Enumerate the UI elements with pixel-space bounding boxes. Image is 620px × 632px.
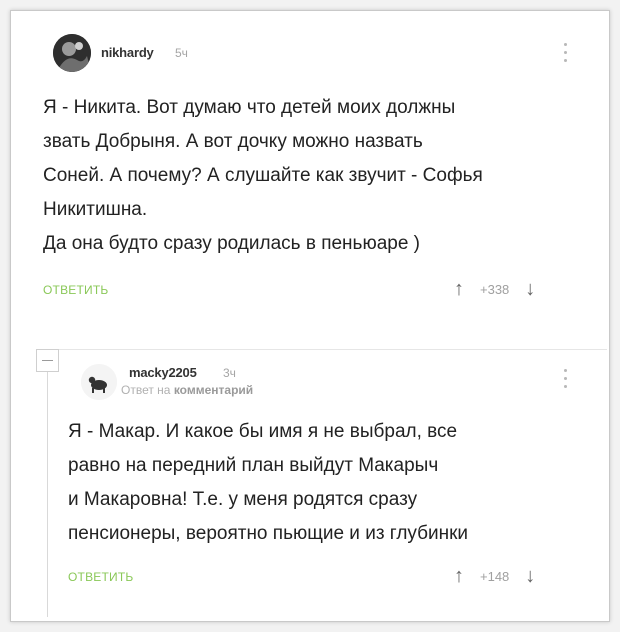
reply-to-link[interactable]: комментарий xyxy=(174,383,253,397)
comment-username[interactable]: nikhardy xyxy=(101,45,154,60)
downvote-icon[interactable]: ↓ xyxy=(525,279,535,299)
comment-time: 3ч xyxy=(223,366,236,380)
vote-controls: ↑ +148 ↓ xyxy=(454,566,535,586)
comment-line: пенсионеры, вероятно пьющие и из глубинк… xyxy=(68,523,469,544)
downvote-icon[interactable]: ↓ xyxy=(525,566,535,586)
avatar[interactable] xyxy=(81,364,117,400)
reply-button[interactable]: ОТВЕТИТЬ xyxy=(43,283,108,297)
more-options-icon[interactable] xyxy=(564,369,570,388)
avatar[interactable] xyxy=(53,34,91,72)
comment-time: 5ч xyxy=(175,46,188,60)
thread-line[interactable] xyxy=(47,359,48,617)
comment-score: +338 xyxy=(480,281,510,297)
thread-divider xyxy=(47,349,607,350)
comment-text: Я - Никита. Вот думаю что детей моих дол… xyxy=(43,91,483,261)
reply-to-line: Ответ на комментарий xyxy=(121,383,253,397)
upvote-icon[interactable]: ↑ xyxy=(454,279,464,299)
more-options-icon[interactable] xyxy=(564,43,570,62)
comment-line: Я - Макар. И какое бы имя я не выбрал, в… xyxy=(68,421,458,442)
upvote-icon[interactable]: ↑ xyxy=(454,566,464,586)
reply-to-prefix: Ответ на xyxy=(121,383,171,397)
screenshot-frame: nikhardy 5ч Я - Никита. Вот думаю что де… xyxy=(10,10,610,622)
comment-line: Никитишна. xyxy=(43,199,148,220)
comment-line: звать Добрыня. А вот дочку можно назвать xyxy=(43,131,423,152)
comment-score: +148 xyxy=(480,568,510,584)
comment-text: Я - Макар. И какое бы имя я не выбрал, в… xyxy=(68,415,468,551)
comment-line: Да она будто сразу родилась в пеньюаре ) xyxy=(43,233,420,254)
reply-button[interactable]: ОТВЕТИТЬ xyxy=(68,570,133,584)
comment-line: и Макаровна! Т.е. у меня родятся сразу xyxy=(68,489,418,510)
comment-line: равно на передний план выйдут Макарыч xyxy=(68,455,439,476)
collapse-thread-button[interactable] xyxy=(36,349,59,372)
comment-username[interactable]: macky2205 xyxy=(129,365,197,380)
comment-line: Соней. А почему? А слушайте как звучит -… xyxy=(43,165,483,186)
vote-controls: ↑ +338 ↓ xyxy=(454,279,535,299)
comment-line: Я - Никита. Вот думаю что детей моих дол… xyxy=(43,97,456,118)
